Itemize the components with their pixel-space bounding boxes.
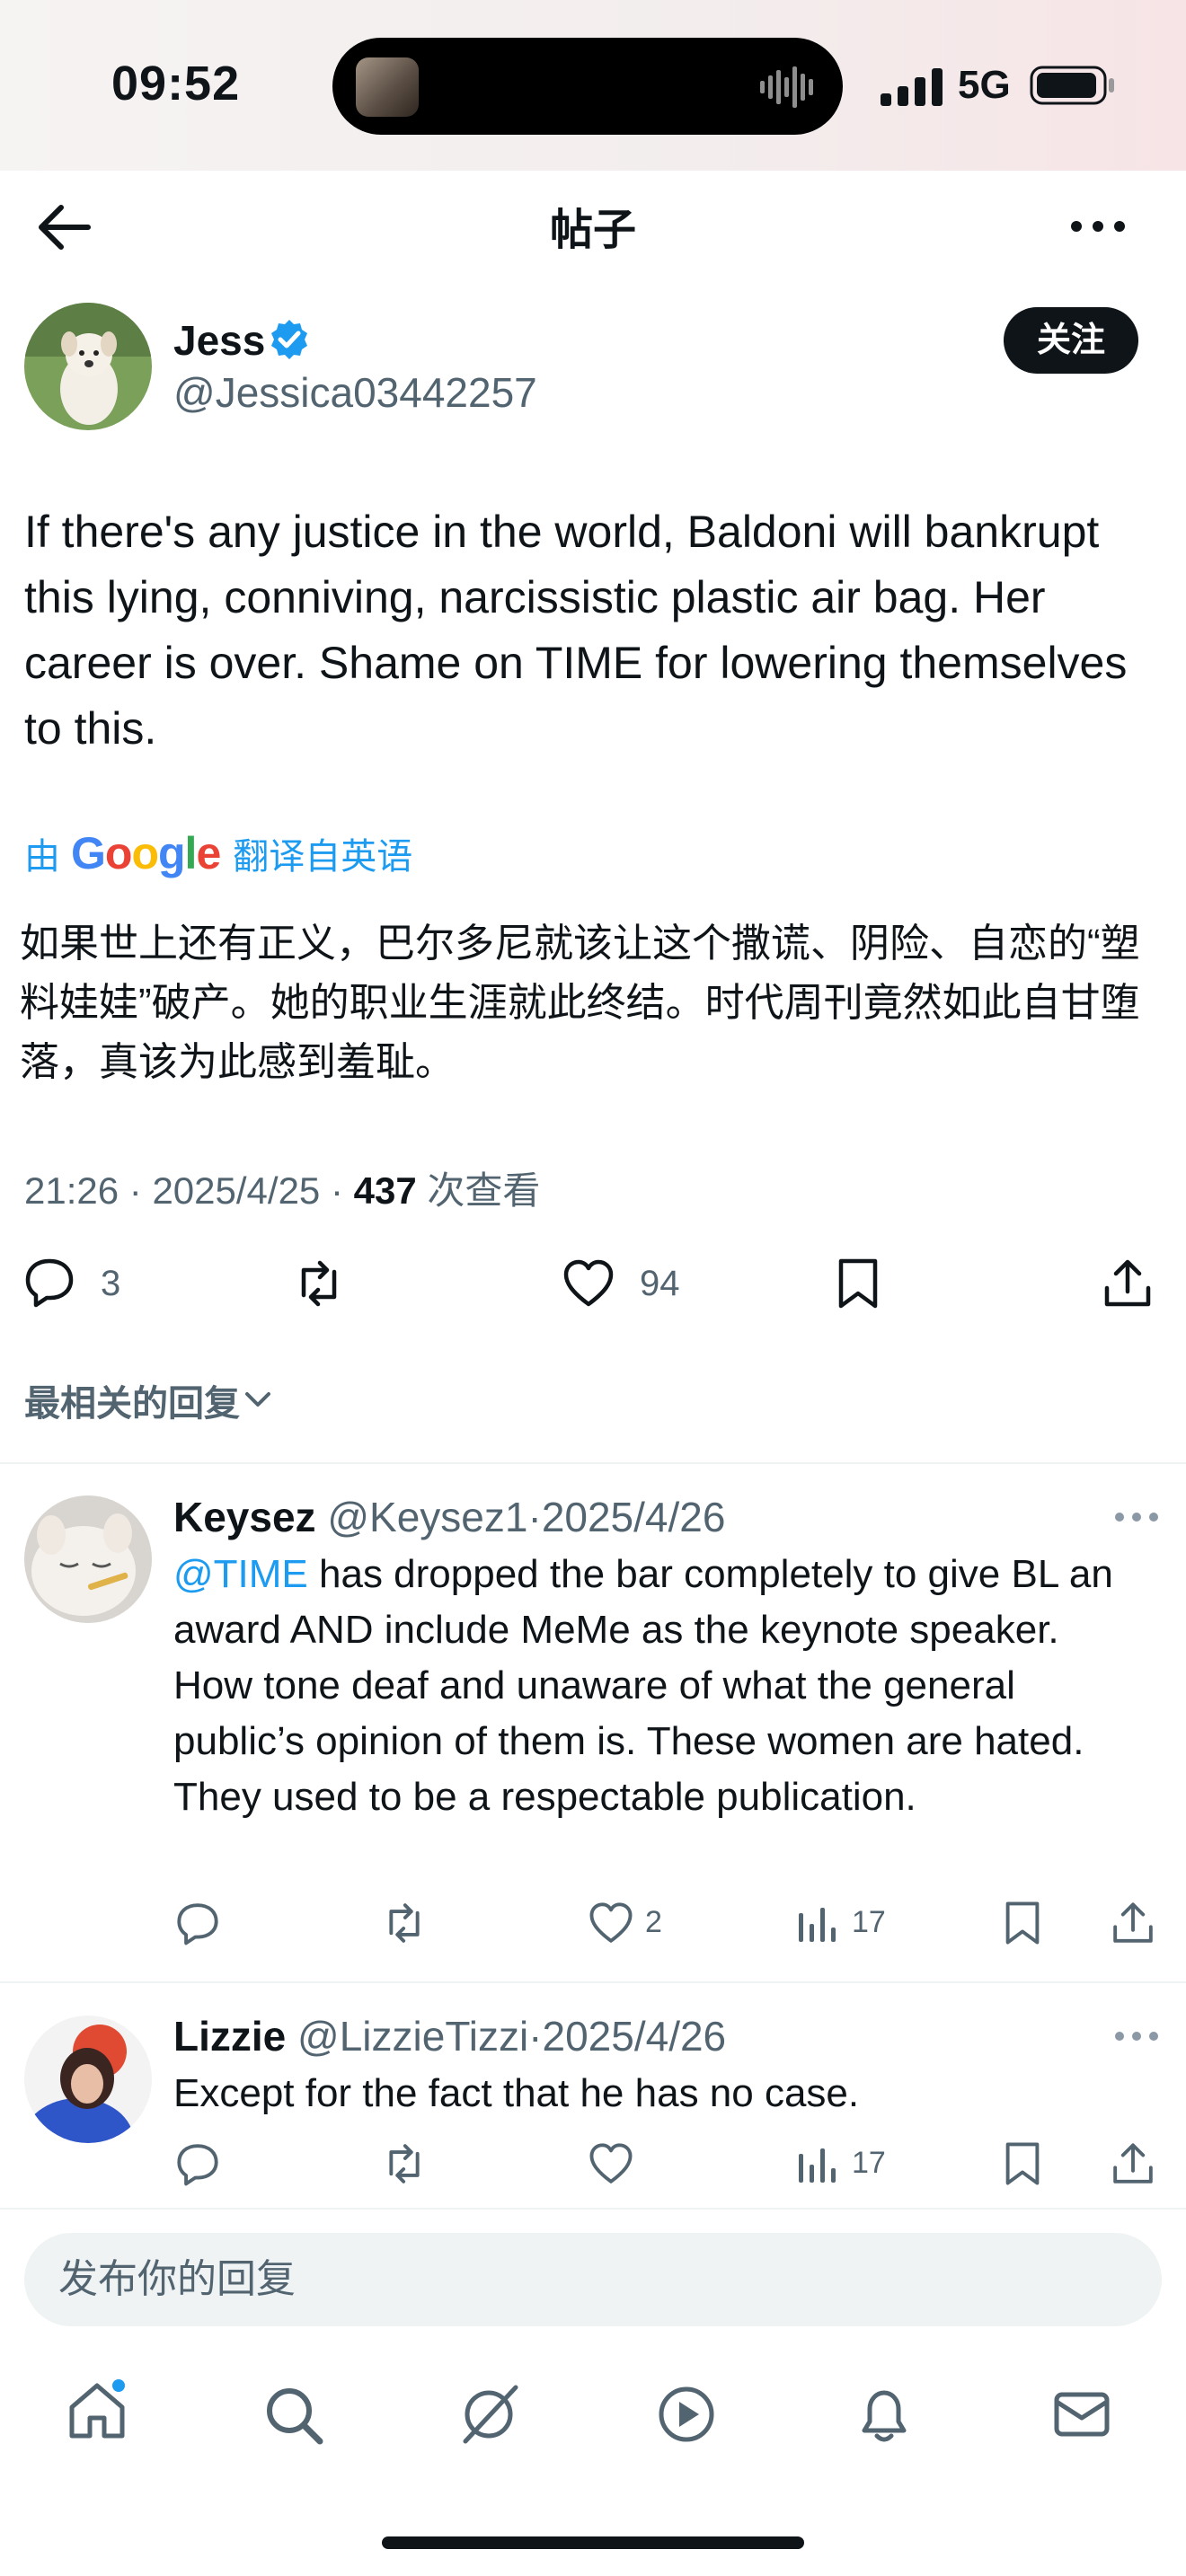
notifications-bell-icon[interactable] — [852, 2382, 916, 2447]
author-avatar[interactable] — [24, 303, 152, 430]
reply-icon[interactable] — [175, 1901, 220, 1945]
author-name[interactable]: Jess — [173, 316, 265, 365]
chevron-down-icon — [245, 1392, 270, 1407]
author-handle[interactable]: @Jessica03442257 — [173, 368, 537, 417]
grok-icon[interactable] — [458, 2382, 523, 2447]
share-icon[interactable] — [1102, 1257, 1154, 1310]
post-time: 21:26 — [24, 1169, 119, 1212]
page-title: 帖子 — [549, 207, 636, 254]
translation-attribution[interactable]: 由 Google 翻译自英语 — [24, 826, 412, 880]
follow-button[interactable]: 关注 — [1004, 307, 1138, 374]
divider — [0, 1981, 1186, 1983]
reply-header: Keysez @Keysez1·2025/4/26 — [173, 1494, 726, 1540]
battery-icon — [1030, 66, 1114, 105]
views-label: 次查看 — [427, 1169, 541, 1212]
views-analytics-icon[interactable] — [795, 2141, 840, 2186]
view-count: 437 — [353, 1169, 417, 1212]
now-playing-thumbnail — [356, 57, 419, 117]
like-heart-icon[interactable] — [589, 2141, 633, 2186]
translation-suffix: 翻译自英语 — [233, 837, 413, 877]
status-time: 09:52 — [111, 57, 241, 110]
google-logo-letter: o — [131, 828, 159, 878]
reply-sort-selector[interactable]: 最相关的回复 — [24, 1374, 276, 1426]
reply-input[interactable]: 发布你的回复 — [24, 2233, 1162, 2326]
share-icon[interactable] — [1111, 2141, 1155, 2186]
reply-more-icon[interactable] — [1114, 1512, 1159, 1522]
translated-post-text: 如果世上还有正义，巴尔多尼就该让这个撒谎、阴险、自恋的“塑料娃娃”破产。她的职业… — [20, 922, 1140, 1084]
cellular-signal-icon — [881, 68, 943, 106]
translation-prefix: 由 — [24, 837, 60, 877]
reply-sort-label: 最相关的回复 — [24, 1384, 240, 1424]
google-logo-letter: e — [196, 828, 221, 878]
google-logo-letter: l — [184, 828, 198, 878]
like-heart-icon[interactable] — [589, 1901, 633, 1945]
reply-mention-link[interactable]: @TIME — [173, 1552, 308, 1596]
reply-author-name[interactable]: Lizzie — [173, 2013, 286, 2060]
network-type: 5G — [958, 63, 1011, 107]
reply-author-handle[interactable]: @LizzieTizzi — [297, 2013, 528, 2060]
reply-count: 3 — [101, 1264, 121, 1303]
share-icon[interactable] — [1111, 1901, 1155, 1945]
search-icon[interactable] — [261, 2382, 325, 2447]
reply-header: Lizzie @LizzieTizzi·2025/4/26 — [173, 2013, 727, 2060]
video-play-icon[interactable] — [654, 2382, 719, 2447]
reply-icon[interactable] — [175, 2141, 220, 2186]
google-logo-letter: g — [158, 828, 186, 878]
reply-view-count: 17 — [852, 1905, 886, 1939]
divider — [0, 2208, 1186, 2210]
bookmark-icon[interactable] — [1000, 1901, 1045, 1945]
google-logo: Google — [71, 827, 221, 879]
post-timestamp-views: 21:26 · 2025/4/25 · 437 次查看 — [24, 1169, 541, 1212]
bookmark-icon[interactable] — [832, 1257, 884, 1310]
repost-icon[interactable] — [382, 2141, 427, 2186]
reply-date: 2025/4/26 — [542, 2013, 727, 2060]
reply-author-handle[interactable]: @Keysez1 — [327, 1494, 527, 1540]
reply-text: @TIME has dropped the bar completely to … — [173, 1547, 1144, 1825]
home-icon[interactable] — [65, 2378, 129, 2443]
more-options-icon[interactable] — [1069, 219, 1127, 234]
repost-icon[interactable] — [293, 1257, 345, 1310]
post-date: 2025/4/25 — [152, 1169, 321, 1212]
reply-date: 2025/4/26 — [541, 1494, 726, 1540]
messages-mail-icon[interactable] — [1049, 2382, 1114, 2447]
reply-icon[interactable] — [23, 1256, 75, 1308]
post-text: If there's any justice in the world, Bal… — [24, 507, 1128, 754]
google-logo-letter: G — [71, 828, 106, 878]
like-count: 94 — [640, 1264, 680, 1303]
reply-view-count: 17 — [852, 2146, 886, 2180]
reply-author-name[interactable]: Keysez — [173, 1494, 316, 1540]
bookmark-icon[interactable] — [1000, 2141, 1045, 2186]
reply-body: has dropped the bar completely to give B… — [173, 1552, 1113, 1819]
home-indicator — [382, 2536, 804, 2549]
google-logo-letter: o — [104, 828, 133, 878]
verified-badge-icon — [271, 320, 307, 359]
repost-icon[interactable] — [382, 1901, 427, 1945]
divider — [0, 1462, 1186, 1464]
views-analytics-icon[interactable] — [795, 1901, 840, 1945]
reply-like-count: 2 — [645, 1905, 662, 1939]
audio-waveform-icon — [760, 66, 813, 108]
like-heart-icon[interactable] — [562, 1257, 615, 1310]
reply-text: Except for the fact that he has no case. — [173, 2071, 860, 2115]
reply-avatar[interactable] — [24, 2016, 152, 2143]
reply-avatar[interactable] — [24, 1495, 152, 1623]
reply-more-icon[interactable] — [1114, 2031, 1159, 2042]
